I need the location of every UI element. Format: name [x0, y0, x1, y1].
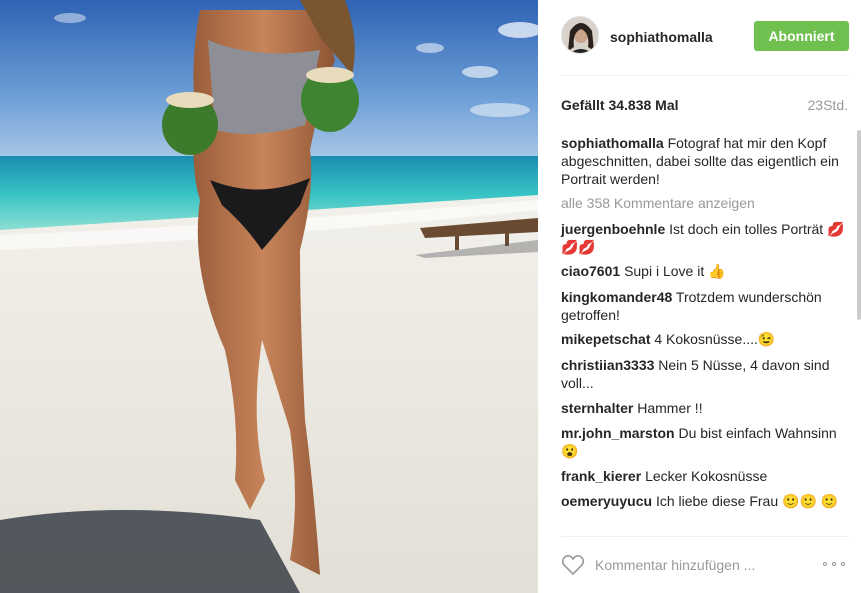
comment-username[interactable]: kingkomander48 — [561, 289, 672, 305]
comment-item: sternhalter Hammer !! — [561, 399, 853, 417]
comment-text: Hammer !! — [637, 400, 703, 416]
comment-input[interactable]: Kommentar hinzufügen ... — [595, 557, 755, 573]
dot-icon — [832, 562, 836, 566]
comment-item: ciao7601 Supi i Love it 👍 — [561, 262, 853, 280]
post-sidebar: sophiathomalla Abonniert Gefällt 34.838 … — [538, 0, 861, 593]
comment-item: christiian3333 Nein 5 Nüsse, 4 davon sin… — [561, 356, 853, 392]
follow-button[interactable]: Abonniert — [754, 21, 849, 51]
caption-username[interactable]: sophiathomalla — [561, 135, 664, 151]
dot-icon — [841, 562, 845, 566]
comment-text: Ich liebe diese Frau 🙂🙂 🙂 — [655, 493, 839, 509]
comment-item: mikepetschat 4 Kokosnüsse....😉 — [561, 330, 853, 348]
comment-username[interactable]: mikepetschat — [561, 331, 650, 347]
view-all-comments-link[interactable]: alle 358 Kommentare anzeigen — [561, 194, 853, 212]
comment-username[interactable]: sternhalter — [561, 400, 633, 416]
caption: sophiathomalla Fotograf hat mir den Kopf… — [561, 134, 853, 188]
comment-username[interactable]: ciao7601 — [561, 263, 620, 279]
comment-text: 4 Kokosnüsse....😉 — [654, 331, 776, 347]
avatar[interactable] — [561, 16, 599, 54]
divider — [561, 75, 849, 76]
dot-icon — [823, 562, 827, 566]
comment-text: Supi i Love it 👍 — [624, 263, 726, 279]
comment-username[interactable]: frank_kierer — [561, 468, 641, 484]
comment-item: juergenboehnle Ist doch ein tolles Portr… — [561, 220, 853, 256]
heart-icon[interactable] — [561, 554, 585, 576]
divider — [561, 536, 849, 537]
comment-item: frank_kierer Lecker Kokosnüsse — [561, 467, 853, 485]
comment-username[interactable]: oemeryuyucu — [561, 493, 652, 509]
post-header: sophiathomalla Abonniert — [538, 0, 861, 75]
like-count[interactable]: Gefällt 34.838 Mal — [561, 97, 679, 113]
comment-username[interactable]: juergenboehnle — [561, 221, 665, 237]
post-username[interactable]: sophiathomalla — [610, 29, 713, 45]
comment-username[interactable]: christiian3333 — [561, 357, 654, 373]
post-time[interactable]: 23Std. — [808, 97, 848, 113]
comment-item: oemeryuyucu Ich liebe diese Frau 🙂🙂 🙂 — [561, 492, 853, 510]
comment-username[interactable]: mr.john_marston — [561, 425, 675, 441]
comments-scrollbar[interactable] — [857, 130, 861, 320]
comment-item: mr.john_marston Du bist einfach Wahnsinn… — [561, 424, 853, 460]
post-photo[interactable] — [0, 0, 538, 593]
comment-text: Lecker Kokosnüsse — [645, 468, 768, 484]
comment-item: kingkomander48 Trotzdem wunderschön getr… — [561, 288, 853, 324]
more-options-icon[interactable] — [823, 557, 849, 571]
